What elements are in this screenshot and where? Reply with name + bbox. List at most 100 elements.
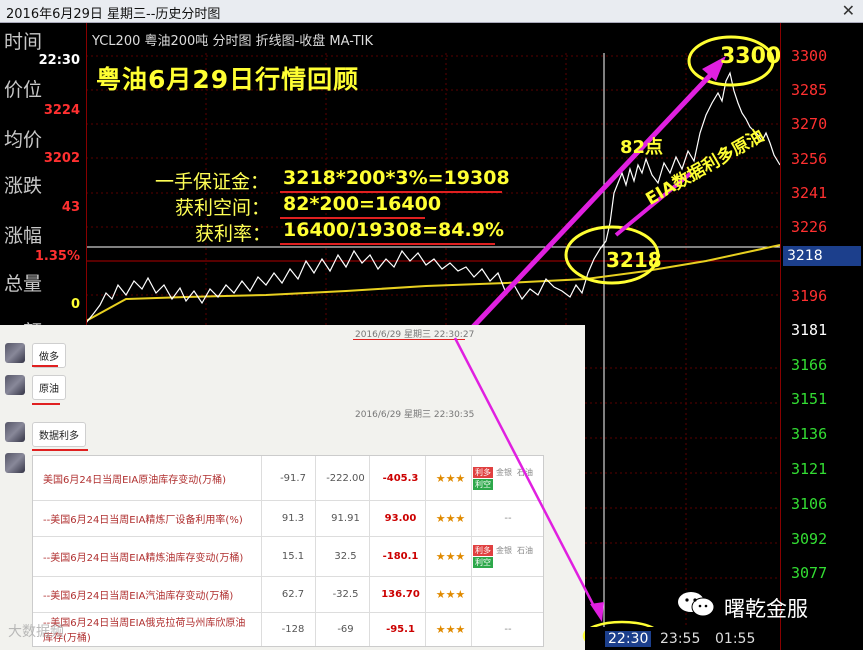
time-label: 时间 (4, 31, 43, 53)
current-price-box: 3218 (783, 246, 861, 266)
chat-message: 原油 (32, 375, 66, 400)
row-name: 美国6月24日当周EIA原油库存变动(万桶) (43, 474, 226, 486)
underline-message (32, 365, 58, 367)
chat-message: 数据利多 (32, 422, 86, 447)
row-tags: -- (504, 512, 512, 524)
row-name: --美国6月24日当周EIA精炼厂设备利用率(%) (43, 514, 243, 526)
profit-rate-label: 获利率： (195, 223, 272, 245)
underline-message (32, 403, 60, 405)
row-actual: 136.70 (381, 588, 420, 600)
row-name: --美国6月24日当周EIA汽油库存变动(万桶) (43, 590, 234, 602)
row-prev: 91.3 (281, 512, 305, 524)
price-axis: 3300 3285 3270 3256 3241 3226 3196 3181 … (780, 23, 863, 650)
row-stars: ★★★ (435, 549, 466, 563)
volume-value: 0 (70, 297, 80, 312)
bottom-watermark: 大数据频 (8, 624, 64, 640)
row-forecast: 32.5 (334, 550, 357, 562)
axis-tick: 3196 (791, 287, 828, 305)
row-prev: 15.1 (281, 550, 305, 562)
table-row: --美国6月24日当周EIA俄克拉荷马州库欣原油库存(万桶) -128 -69 … (33, 612, 543, 646)
time-axis: 22:30 23:55 01:55 (585, 627, 780, 650)
underline-profit-rate (280, 243, 495, 245)
price-value: 3224 (43, 103, 80, 118)
high-price-label: 3300 (720, 44, 782, 69)
axis-tick: 3300 (791, 47, 828, 65)
change-value: 43 (61, 200, 80, 215)
avatar (5, 375, 25, 395)
axis-tick: 3092 (791, 530, 828, 548)
underline-message (32, 449, 88, 451)
time-tick-current: 22:30 (605, 631, 652, 647)
axis-tick: 3181 (791, 321, 828, 339)
row-prev: -128 (281, 623, 305, 635)
tag-gold: 金银 (496, 467, 512, 477)
avatar (5, 343, 25, 363)
axis-tick: 3121 (791, 460, 828, 478)
row-forecast: 91.91 (331, 512, 360, 524)
tag-oil: 石油 (517, 467, 533, 477)
table-row: --美国6月24日当周EIA精炼厂设备利用率(%) 91.3 91.91 93.… (33, 500, 543, 537)
table-row: --美国6月24日当周EIA汽油库存变动(万桶) 62.7 -32.5 136.… (33, 576, 543, 613)
row-name: --美国6月24日当周EIA精炼油库存变动(万桶) (43, 552, 244, 564)
time-tick: 01:55 (715, 631, 756, 647)
chat-window: 2016/6/29 星期三 22:30:27 做多 原油 2016/6/29 星… (0, 325, 585, 650)
wechat-icon (678, 592, 715, 617)
axis-tick: 3285 (791, 81, 828, 99)
tag-oil: 石油 (517, 545, 533, 555)
quote-panel: 时间 22:30 价位 3224 均价 3202 涨跌 43 涨幅 1.35% … (0, 23, 87, 343)
tag-bearish: 利空 (473, 556, 493, 568)
avg-price-value: 3202 (43, 151, 80, 166)
axis-tick: 3256 (791, 150, 828, 168)
avatar (5, 453, 25, 473)
row-name: --美国6月24日当周EIA俄克拉荷马州库欣原油库存(万桶) (43, 618, 246, 644)
window-title: 2016年6月29日 星期三--历史分时图 (6, 7, 221, 22)
row-tags: 利多 金银 石油 利空 (473, 536, 543, 576)
avatar (5, 422, 25, 442)
change-label: 涨跌 (4, 175, 43, 197)
row-prev: -91.7 (280, 472, 306, 484)
row-forecast: -222.00 (326, 472, 365, 484)
table-row: 美国6月24日当周EIA原油库存变动(万桶) -91.7 -222.00 -40… (33, 456, 543, 501)
overlay-title: 粤油6月29日行情回顾 (96, 65, 360, 94)
price-label: 价位 (4, 79, 43, 101)
row-stars: ★★★ (435, 471, 466, 485)
brand-watermark: 曙乾金服 (724, 597, 808, 621)
row-actual: -405.3 (382, 472, 419, 484)
tag-bullish: 利多 (473, 544, 493, 556)
axis-tick: 3241 (791, 184, 828, 202)
row-actual: 93.00 (384, 512, 417, 524)
row-tags: -- (504, 623, 512, 635)
chart-header: YCL200 粤油200吨 分时图 折线图-收盘 MA-TIK (92, 34, 374, 49)
row-actual: -95.1 (386, 623, 415, 635)
axis-tick: 3166 (791, 356, 828, 374)
margin-value: 3218*200*3%=19308 (283, 167, 510, 189)
table-row: --美国6月24日当周EIA精炼油库存变动(万桶) 15.1 32.5 -180… (33, 536, 543, 577)
underline-timestamp (353, 339, 465, 340)
change-pct-label: 涨幅 (4, 225, 43, 247)
axis-tick: 3151 (791, 390, 828, 408)
row-prev: 62.7 (281, 588, 305, 600)
row-stars: ★★★ (435, 622, 466, 636)
low-price-label: 3218 (606, 248, 662, 272)
row-stars: ★★★ (435, 511, 466, 525)
tag-bullish: 利多 (473, 466, 493, 478)
profit-space-value: 82*200=16400 (283, 193, 442, 215)
time-value: 22:30 (38, 53, 80, 68)
points-label: 82点 (620, 137, 664, 158)
row-tags: 利多 金银 石油 利空 (473, 456, 543, 500)
close-icon[interactable]: ✕ (842, 1, 855, 20)
axis-tick: 3226 (791, 218, 828, 236)
avg-price-label: 均价 (4, 129, 43, 151)
axis-tick: 3106 (791, 495, 828, 513)
row-forecast: -69 (337, 623, 354, 635)
tag-gold: 金银 (496, 545, 512, 555)
row-stars: ★★★ (435, 587, 466, 601)
axis-tick: 3270 (791, 115, 828, 133)
margin-label: 一手保证金： (155, 171, 270, 193)
eia-data-table: 美国6月24日当周EIA原油库存变动(万桶) -91.7 -222.00 -40… (32, 455, 544, 647)
chat-timestamp: 2016/6/29 星期三 22:30:35 (355, 410, 475, 420)
profit-space-label: 获利空间： (175, 197, 271, 219)
axis-tick: 3136 (791, 425, 828, 443)
window-titlebar: 2016年6月29日 星期三--历史分时图 ✕ (0, 0, 863, 23)
tag-bearish: 利空 (473, 478, 493, 490)
